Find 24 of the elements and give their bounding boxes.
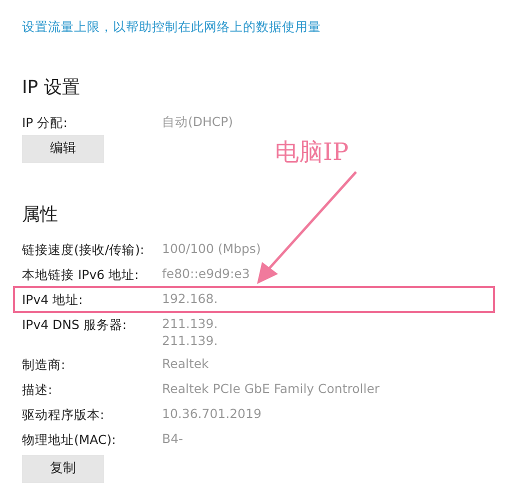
property-label: 链接速度(接收/传输): <box>22 241 146 259</box>
property-label: IP 分配: <box>22 114 68 132</box>
action-button[interactable]: 编辑 <box>22 135 104 163</box>
property-value: B4- <box>162 430 184 447</box>
property-label: 物理地址(MAC): <box>22 431 117 449</box>
annotation-label: 电脑IP <box>275 137 349 168</box>
section-heading: IP 设置 <box>22 76 81 100</box>
action-button[interactable]: 复制 <box>22 455 104 483</box>
property-value: 100/100 (Mbps) <box>162 240 261 257</box>
property-label: 本地链接 IPv6 地址: <box>22 266 140 284</box>
property-label: IPv4 地址: <box>22 291 84 309</box>
property-value: 自动(DHCP) <box>162 113 234 130</box>
section-heading: 属性 <box>22 203 59 227</box>
property-value: Realtek PCIe GbE Family Controller <box>162 380 380 397</box>
property-label: IPv4 DNS 服务器: <box>22 316 128 334</box>
property-value: 211.139. <box>162 332 218 349</box>
property-label: 驱动程序版本: <box>22 406 106 424</box>
property-value: fe80::e9d9:e3 <box>162 265 250 282</box>
property-label: 制造商: <box>22 356 66 374</box>
property-value: 192.168. <box>162 290 218 307</box>
property-value: 211.139. <box>162 315 218 332</box>
property-label: 描述: <box>22 381 54 399</box>
property-value: Realtek <box>162 355 209 372</box>
property-value: 10.36.701.2019 <box>162 405 262 422</box>
